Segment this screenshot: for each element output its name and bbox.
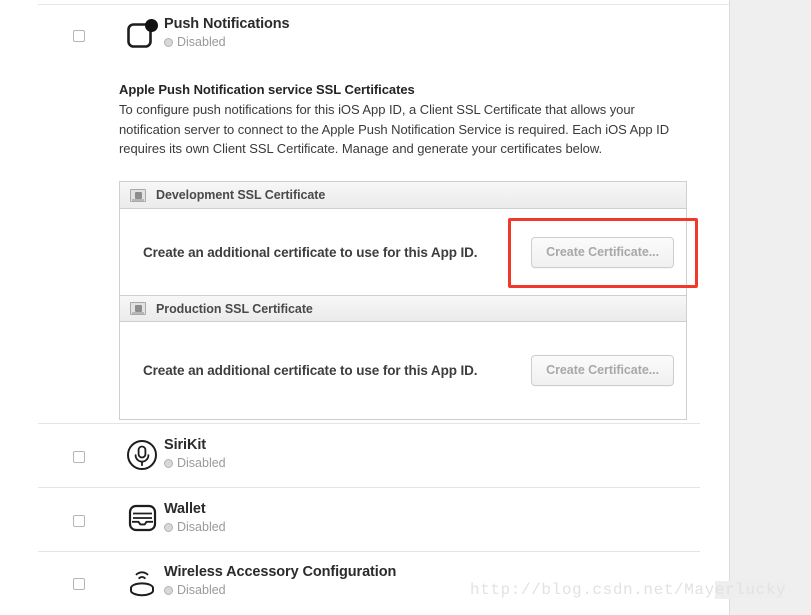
production-certificate-header: Production SSL Certificate	[120, 295, 686, 322]
feature-text-push-notifications: Push Notifications Disabled	[164, 12, 290, 49]
push-notification-icon	[126, 18, 159, 50]
app-content-area: Push Notifications Disabled Apple Push N…	[0, 0, 811, 615]
feature-row-sirikit[interactable]: SiriKit Disabled	[38, 433, 700, 471]
row-separator	[38, 423, 700, 424]
development-create-certificate-button[interactable]: Create Certificate...	[531, 236, 674, 268]
feature-title-sirikit: SiriKit	[164, 437, 207, 453]
feature-status-wireless-accessory: Disabled	[164, 583, 396, 597]
checkbox-wrap-wallet[interactable]	[38, 497, 120, 527]
checkbox-wallet[interactable]	[73, 515, 85, 527]
certificate-icon	[130, 188, 146, 202]
feature-status-push-notifications: Disabled	[164, 35, 290, 49]
feature-status-label: Disabled	[177, 520, 226, 534]
checkbox-push-notifications[interactable]	[73, 30, 85, 42]
feature-status-label: Disabled	[177, 456, 226, 470]
checkbox-wrap-sirikit[interactable]	[38, 433, 120, 463]
feature-text-wireless-accessory: Wireless Accessory Configuration Disable…	[164, 560, 396, 597]
left-gutter	[0, 0, 38, 615]
ssl-certificate-panel: Development SSL Certificate Create an ad…	[119, 181, 687, 420]
status-dot-icon	[164, 522, 173, 532]
watermark-text: http://blog.csdn.net/May	[470, 581, 715, 599]
feature-status-label: Disabled	[177, 583, 226, 597]
status-dot-icon	[164, 37, 173, 47]
right-side-panel	[729, 0, 811, 615]
wireless-accessory-icon	[126, 566, 158, 598]
feature-title-wireless-accessory: Wireless Accessory Configuration	[164, 564, 397, 580]
feature-title-wallet: Wallet	[164, 501, 206, 517]
feature-status-sirikit: Disabled	[164, 456, 226, 470]
wallet-icon	[127, 503, 158, 533]
feature-row-push-notifications[interactable]: Push Notifications Disabled	[38, 12, 700, 50]
certificate-icon	[130, 302, 146, 315]
watermark-text-highlighted: erlucky	[714, 581, 787, 599]
microphone-icon	[126, 439, 158, 471]
feature-text-wallet: Wallet Disabled	[164, 497, 226, 534]
top-divider	[38, 4, 729, 5]
checkbox-wireless-accessory[interactable]	[73, 578, 85, 590]
production-certificate-body: Create an additional certificate to use …	[120, 322, 686, 419]
development-certificate-header-label: Development SSL Certificate	[156, 188, 326, 202]
feature-text-sirikit: SiriKit Disabled	[164, 433, 226, 470]
icon-wrap-sirikit	[120, 433, 164, 471]
icon-wrap-wallet	[120, 497, 164, 533]
status-dot-icon	[164, 585, 173, 595]
production-certificate-text: Create an additional certificate to use …	[143, 363, 478, 378]
production-certificate-header-label: Production SSL Certificate	[156, 301, 313, 316]
checkbox-wrap-push-notifications[interactable]	[38, 12, 120, 42]
feature-title-push-notifications: Push Notifications	[164, 16, 290, 32]
checkbox-wrap-wireless-accessory[interactable]	[38, 560, 120, 590]
apns-description-block: Apple Push Notification service SSL Cert…	[119, 82, 679, 159]
development-certificate-header: Development SSL Certificate	[120, 182, 686, 209]
feature-status-wallet: Disabled	[164, 520, 226, 534]
checkbox-sirikit[interactable]	[73, 451, 85, 463]
feature-status-label: Disabled	[177, 35, 226, 49]
feature-row-wallet[interactable]: Wallet Disabled	[38, 497, 700, 534]
apns-description-heading: Apple Push Notification service SSL Cert…	[119, 82, 415, 97]
icon-wrap-wireless-accessory	[120, 560, 164, 598]
status-dot-icon	[164, 458, 173, 468]
icon-wrap-push-notifications	[120, 12, 164, 50]
apns-description-body: To configure push notifications for this…	[119, 102, 670, 156]
development-certificate-body: Create an additional certificate to use …	[120, 209, 686, 295]
development-certificate-text: Create an additional certificate to use …	[143, 244, 478, 260]
row-separator	[38, 487, 700, 488]
row-separator	[38, 551, 700, 552]
watermark: http://blog.csdn.net/Mayerlucky	[470, 581, 787, 599]
production-create-certificate-button[interactable]: Create Certificate...	[531, 355, 674, 386]
